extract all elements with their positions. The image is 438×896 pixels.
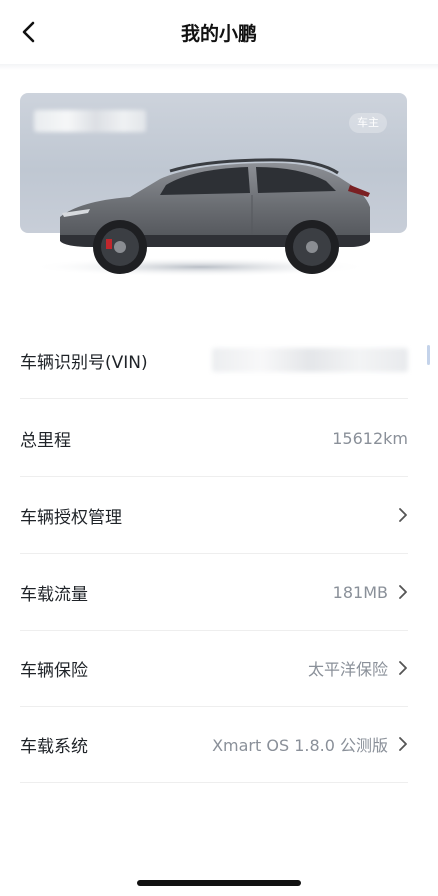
page-title: 我的小鹏 xyxy=(180,23,257,45)
chevron-right-icon xyxy=(399,508,407,522)
chevron-right-icon xyxy=(399,585,407,599)
scroll-indicator xyxy=(427,345,430,365)
vin-label: 车辆识别号(VIN) xyxy=(20,352,148,373)
vehicle-insurance-value: 太平洋保险 xyxy=(307,660,388,679)
data-usage-value: 181MB xyxy=(332,582,388,602)
vehicle-authorization-row[interactable]: 车辆授权管理 xyxy=(20,477,408,554)
car-image xyxy=(30,158,370,277)
navigation-bar: 我的小鹏 xyxy=(0,0,438,64)
vin-value-blurred xyxy=(212,348,408,372)
total-mileage-label: 总里程 xyxy=(20,430,71,451)
total-mileage-row: 总里程 15612km xyxy=(20,400,408,477)
data-usage-row[interactable]: 车载流量 181MB xyxy=(20,554,408,631)
chevron-right-icon xyxy=(399,661,407,675)
vehicle-system-value: Xmart OS 1.8.0 公测版 xyxy=(212,736,388,755)
vin-row[interactable]: 车辆识别号(VIN) xyxy=(20,322,408,399)
vehicle-name-blurred xyxy=(34,110,146,132)
vehicle-authorization-label: 车辆授权管理 xyxy=(20,507,122,528)
vehicle-insurance-row[interactable]: 车辆保险 太平洋保险 xyxy=(20,630,408,707)
chevron-right-icon xyxy=(399,737,407,751)
nav-divider xyxy=(0,64,438,70)
total-mileage-value: 15612km xyxy=(332,428,408,448)
owner-badge: 车主 xyxy=(349,113,387,133)
vehicle-system-row[interactable]: 车载系统 Xmart OS 1.8.0 公测版 xyxy=(20,706,408,783)
data-usage-label: 车载流量 xyxy=(20,584,88,605)
vehicle-system-label: 车载系统 xyxy=(20,736,88,757)
vehicle-insurance-label: 车辆保险 xyxy=(20,660,88,681)
home-indicator[interactable] xyxy=(137,880,301,886)
